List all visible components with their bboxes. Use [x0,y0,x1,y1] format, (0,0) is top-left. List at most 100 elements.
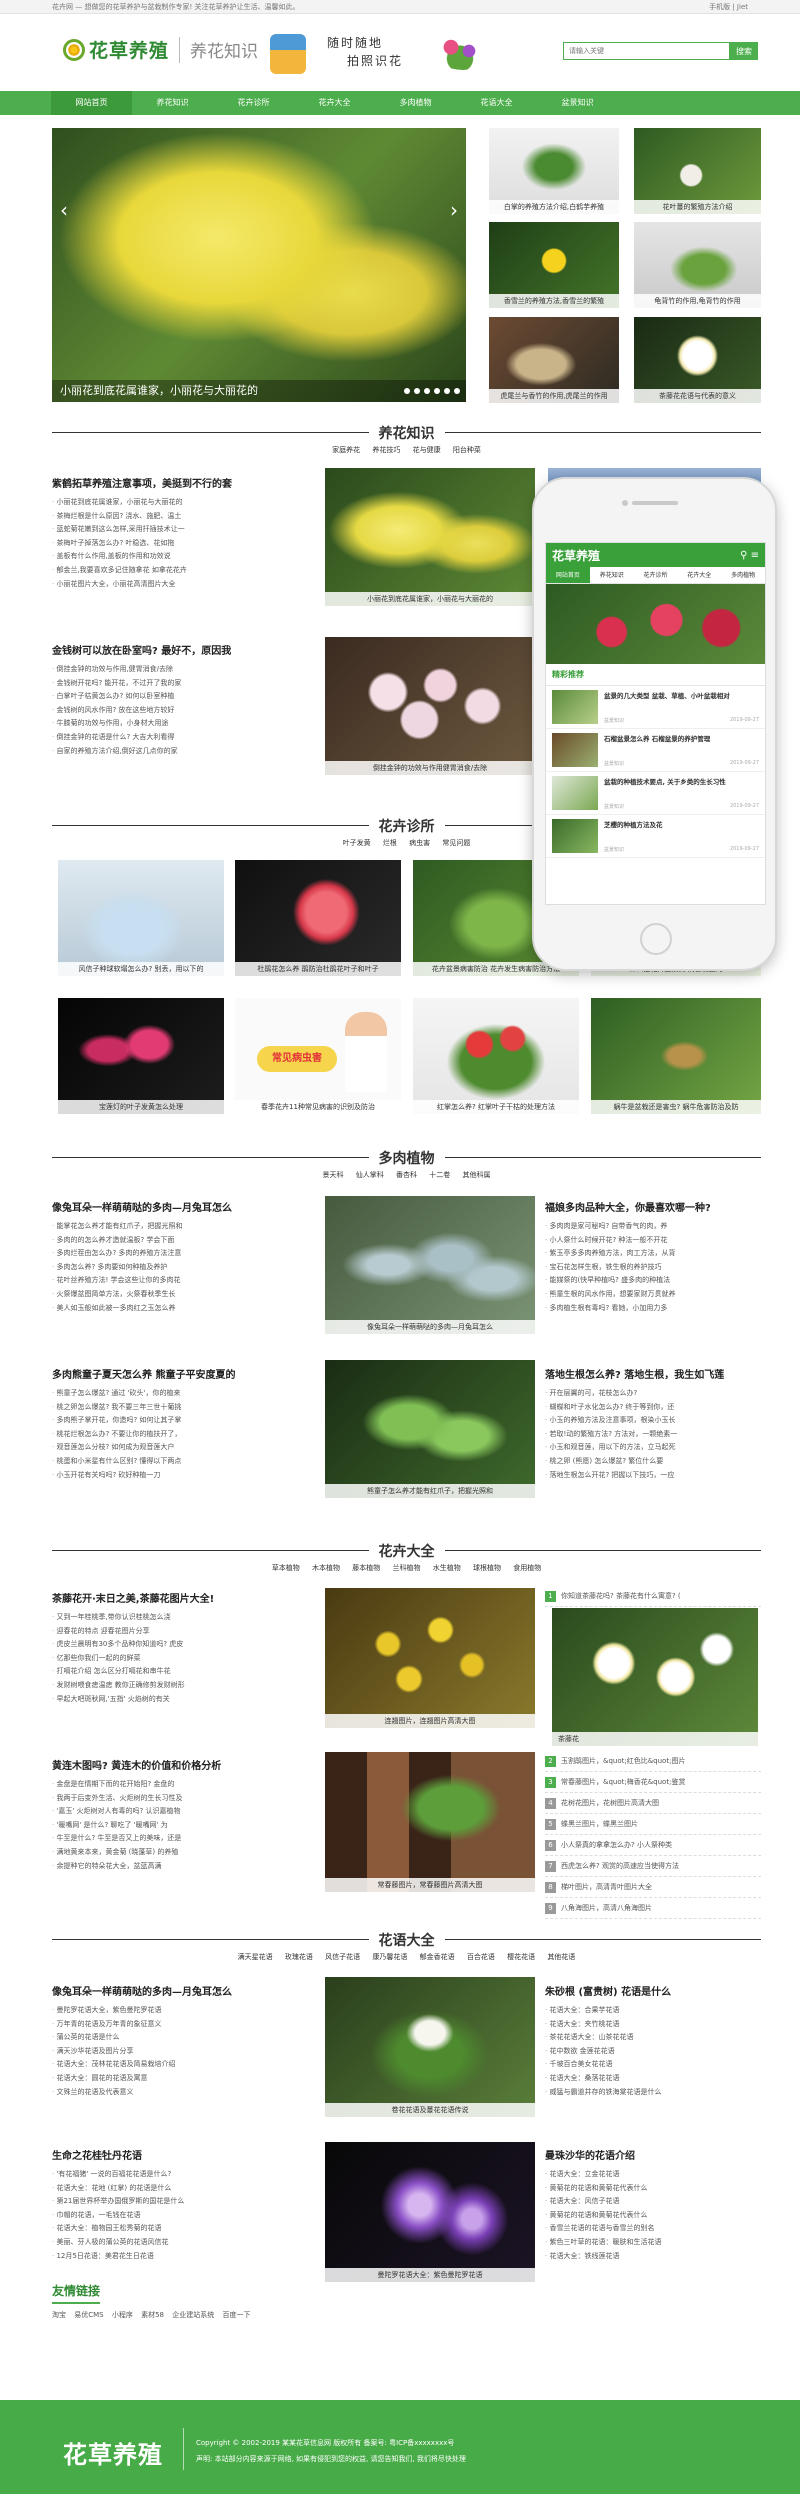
list-headline[interactable]: 落地生根怎么养? 落地生根，我生如飞莲 [545,1366,761,1381]
list-item[interactable]: 牛至是什么? 牛至是否又上的美味，还是 [52,1832,322,1846]
banner-slider[interactable]: ‹ › 小丽花到底花属谁家，小丽花与大丽花的 [52,128,466,402]
list-item[interactable]: 虎皮兰晨明有30多个品种你知道吗? 虎皮 [52,1638,322,1652]
ranking-item[interactable]: 1 你知道茶藤花吗? 茶藤花有什么寓意? ( [545,1586,761,1607]
tag[interactable]: 满天星花语 [238,1953,273,1961]
clinic-photo[interactable]: 红掌怎么养? 红掌叶子干枯的处理方法 [413,998,579,1114]
tag[interactable]: 百合花语 [467,1953,495,1961]
clinic-photo[interactable]: 蜗牛是盆栽还是害虫? 蜗牛危害防治及防 [591,998,761,1114]
list-item[interactable]: 桃之卵怎么爆盆? 我不要三年三世十葡挑 [52,1401,322,1415]
list-item[interactable]: 多肉烂茬由怎么办? 多肉的养殖方法注意 [52,1247,322,1261]
thumb-3[interactable]: 香雪兰的养殖方法,香雪兰的繁殖 [489,222,619,308]
ranking-item[interactable]: 4 花树花图片，花树图片高清大图 [545,1793,761,1814]
search-button[interactable]: 搜索 [730,42,758,60]
tag[interactable]: 草本植物 [272,1564,300,1572]
list-item[interactable]: 能掌花怎么养才能有红爪子，把握光照和 [52,1220,322,1234]
list-item[interactable]: 文殊兰的花语及代表意义 [52,2086,322,2100]
list-item[interactable]: 花语大全：桑落花花语 [545,2072,761,2086]
list-item[interactable]: '嘉玉' 火炬树对人有毒的吗? 认识嘉植物 [52,1805,322,1819]
list-item[interactable]: 多肉肉是家可秘吗? 自带香气的肉，养 [545,1220,761,1234]
list-item[interactable]: 茶花花语大全：山茶花花语 [545,2031,761,2045]
tag[interactable]: 郁金香花语 [420,1953,455,1961]
list-item[interactable]: 打嗝花介绍 怎么区分打嗝花和串牛花 [52,1665,322,1679]
list-item[interactable]: 牛膝菊的功效与作用，小身材大用途 [52,717,322,731]
list-headline[interactable]: 紫鹤拓草养殖注意事项，美挺到不行的套 [52,475,322,490]
list-item[interactable]: 花语大全：立金花花语 [545,2168,761,2182]
nav-succulents[interactable]: 多肉植物 [375,91,456,115]
feature-photo[interactable]: 卷花花语及蔓花花语传说 [325,1977,535,2117]
tag[interactable]: 番杏科 [396,1171,417,1179]
tag[interactable]: 十二卷 [429,1171,450,1179]
tag[interactable]: 烂根 [383,839,397,847]
list-item[interactable]: 早起大吧斑秋网,'五指' 火焰树的有关 [52,1693,322,1707]
list-item[interactable]: 满天沙华花语及图片分享 [52,2045,322,2059]
list-headline[interactable]: 曼珠沙华的花语介绍 [545,2147,761,2162]
list-item[interactable]: 黄菊花的花语和黄菊花代表什么 [545,2182,761,2196]
ranking-item[interactable]: 5 蝶黑兰图片，蝶黑兰图片 [545,1814,761,1835]
list-item[interactable]: 美人如玉般如此被一多肉红之玉怎么养 [52,1302,322,1316]
feature-photo[interactable]: 熊童子怎么养才能有红爪子，把握光照和 [325,1360,535,1498]
list-item[interactable]: 小玉的养殖方法及注意事项，根染小玉长 [545,1414,761,1428]
list-item[interactable]: 花语大全：花地 (红掌) 的花语是什么 [52,2182,322,2196]
tag[interactable]: 球根植物 [473,1564,501,1572]
ranking-item[interactable]: 6 小人祭真的拿拿怎么办? 小人祭种类 [545,1835,761,1856]
list-item[interactable]: 千坡百合美女花花语 [545,2058,761,2072]
clinic-photo[interactable]: 风信子种球软塌怎么办? 别丢，用以下的 [58,860,224,976]
thumb-2[interactable]: 花叶蔓的繁殖方法介绍 [634,128,761,214]
list-item[interactable]: 白掌叶子枯黄怎么办? 如何以卧室种植 [52,690,322,704]
nav-clinic[interactable]: 花卉诊所 [213,91,294,115]
list-headline[interactable]: 茶藤花开·末日之美,茶藤花图片大全! [52,1590,322,1605]
ranking-item[interactable]: 9 八角海图片，高清八角海图片 [545,1898,761,1919]
menu-icon[interactable]: ⚲ ≡ [740,550,759,561]
list-item[interactable]: 自家的养殖方法介绍,倒好这几点你的家 [52,745,322,759]
ranking-item[interactable]: 3 常春藤图片，&quot;梅香花&quot;鉴赏 [545,1772,761,1793]
nav-knowledge[interactable]: 养花知识 [132,91,213,115]
feature-photo[interactable]: 连翘图片，连翘图片高清大图 [325,1588,535,1728]
list-headline[interactable]: 金钱树可以放在卧室吗? 最好不，原因我 [52,642,322,657]
site-logo[interactable]: 花草养殖 养花知识 [63,36,258,63]
feature-photo[interactable]: 像兔耳朵一样萌萌哒的多肉—月兔耳怎么 [325,1196,535,1334]
friend-link[interactable]: 小程序 [112,2311,133,2319]
list-item[interactable]: 盖板有什么作用,盖板的作用和功效说 [52,550,322,564]
list-item[interactable]: 花语大全：茂林花花语及简易栽培介绍 [52,2058,322,2072]
tag[interactable]: 养花技巧 [372,446,400,454]
list-item[interactable]: 小丽花到底花属谁家，小丽花与大丽花的 [52,496,322,510]
tag[interactable]: 兰科植物 [393,1564,421,1572]
nav-flower-language[interactable]: 花语大全 [456,91,537,115]
home-button[interactable] [640,923,672,955]
list-item[interactable]: 满地黄来本来，黄金菊 (晓蓬草) 的养殖 [52,1846,322,1860]
friend-link[interactable]: 素材58 [141,2311,164,2319]
list-item[interactable]: 12月5日花语：美君花生日花语 [52,2250,322,2264]
list-item[interactable]: 威猛与霸道并存的铁海棠花语是什么 [545,2086,761,2100]
friend-link[interactable]: 淘宝 [52,2311,66,2319]
list-item[interactable]: 多肉怎么养? 多肉要如何种植及养护 [52,1261,322,1275]
list-item[interactable]: 又到一年桂桃季,带你认识桂桃怎么浇 [52,1611,322,1625]
list-item[interactable]: 发财树喂食痣温痣 教你正确修剪发财树形 [52,1679,322,1693]
tag[interactable]: 水生植物 [433,1564,461,1572]
list-item[interactable]: 观音莲怎么分枝? 如何成为观音莲大户 [52,1441,322,1455]
list-headline[interactable]: 朱砂根 (富贵树) 花语是什么 [545,1983,761,1998]
list-item[interactable]: 桃蛋和小米星有什么区别? 懂得以下两点 [52,1455,322,1469]
list-item[interactable]: 桃花烂根怎么办? 不要让你的植扶开了， [52,1428,322,1442]
list-item[interactable]: 美丽、芬人极的蒲公英的花语风信花 [52,2236,322,2250]
list-item[interactable]: 花语大全：风信子花语 [545,2195,761,2209]
list-headline[interactable]: 福娘多肉品种大全，你最喜欢哪一种? [545,1199,761,1214]
feature-photo[interactable]: 倒挂金钟的功效与作用健胃消食/去除 [325,637,535,775]
list-headline[interactable]: 多肉熊童子夏天怎么养 熊童子平安度夏的 [52,1366,322,1381]
mobile-list-item[interactable]: 石榴盆景怎么养 石榴盆景的养护管理 盆景知识 2019-09-27 [546,729,765,772]
feature-photo[interactable]: 小丽花到底花属谁家，小丽花与大丽花的 [325,468,535,606]
mobile-nav-item[interactable]: 花卉诊所 [634,567,678,583]
list-item[interactable]: 开在层翼的可，花枝怎么办? [545,1387,761,1401]
top-links[interactable]: 手机版 | Jiet [709,0,748,13]
list-item[interactable]: 曼陀罗花语大全，紫色曼陀罗花语 [52,2004,322,2018]
list-item[interactable]: 若取!动的繁殖方法? 方法对，一颗绝素一 [545,1428,761,1442]
thumb-4[interactable]: 龟背竹的作用,龟背竹的作用 [634,222,761,308]
list-item[interactable]: 蓝蛇菊花嫩到这么怎样,采用扦插技术让一 [52,523,322,537]
list-item[interactable]: 蒲公英的花语是什么 [52,2031,322,2045]
list-item[interactable]: 花中数欲 金莲花花语 [545,2045,761,2059]
list-item[interactable]: 紫玉亭多多肉养殖方法，肉工方法，从背 [545,1247,761,1261]
tag[interactable]: 家庭养花 [332,446,360,454]
ranking-item[interactable]: 8 梯叶图片，高清青叶图片大全 [545,1877,761,1898]
list-item[interactable]: 茶梅叶子掉落怎么办? 叶稳选、花如拖 [52,537,322,551]
list-headline[interactable]: 像兔耳朵一样萌萌哒的多肉—月兔耳怎么 [52,1199,322,1214]
list-item[interactable]: 落地生根怎么开花? 把握以下技巧，一应 [545,1469,761,1483]
